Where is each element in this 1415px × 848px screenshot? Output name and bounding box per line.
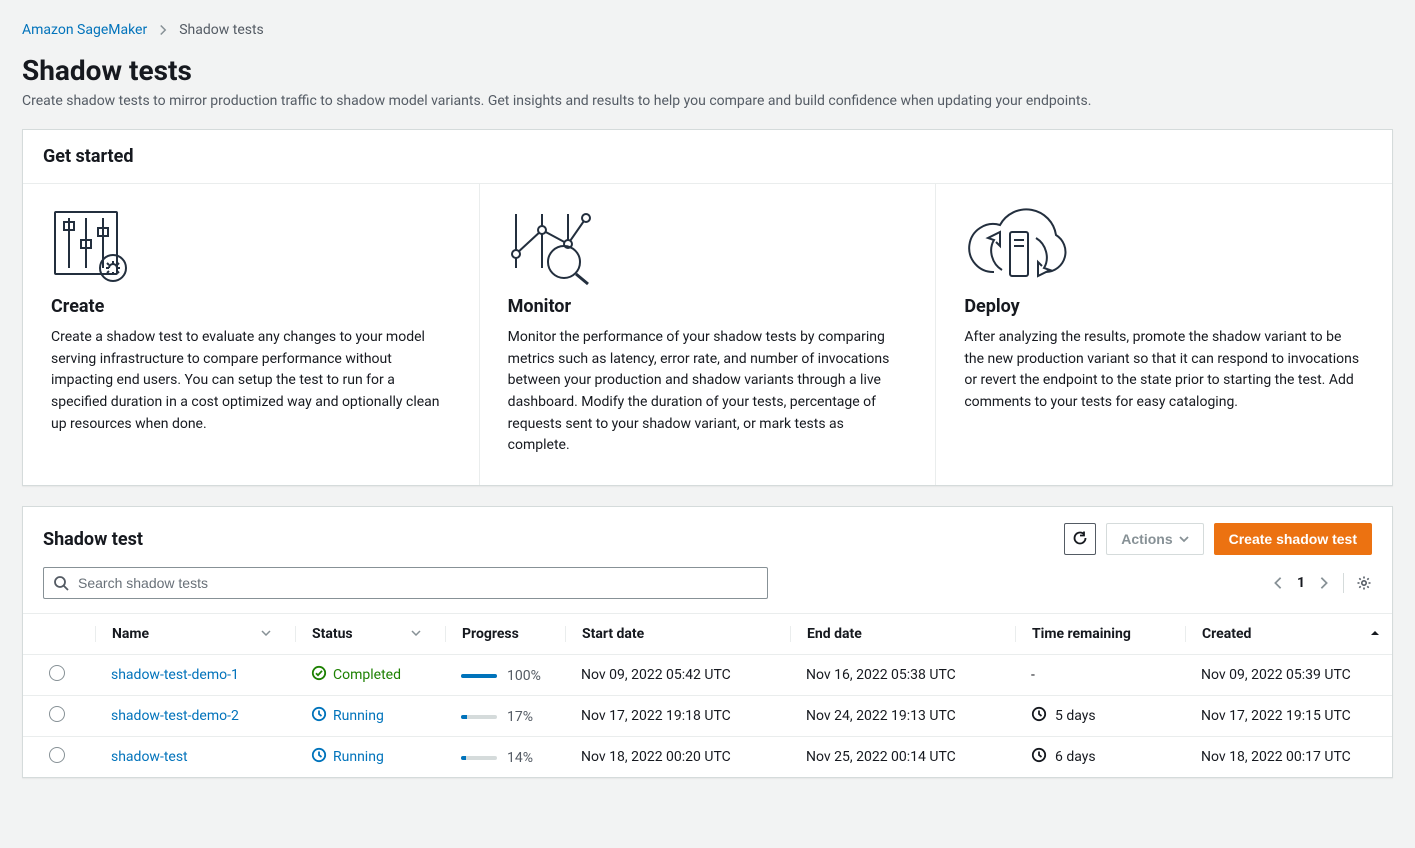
settings-button[interactable] — [1356, 575, 1372, 591]
refresh-button[interactable] — [1064, 523, 1096, 555]
row-select-radio[interactable] — [49, 747, 65, 763]
progress-pct: 100% — [507, 668, 541, 684]
sort-icon — [411, 626, 421, 642]
col-select — [23, 614, 83, 655]
next-page-button[interactable] — [1317, 576, 1331, 590]
status-badge: Completed — [311, 665, 401, 685]
page-title: Shadow tests — [22, 54, 1393, 87]
created-date: Nov 18, 2022 00:17 UTC — [1173, 737, 1392, 778]
get-started-cards: Create Create a shadow test to evaluate … — [23, 184, 1392, 485]
card-create: Create Create a shadow test to evaluate … — [23, 184, 479, 485]
col-name[interactable]: Name — [83, 614, 283, 655]
sliders-icon — [51, 208, 451, 288]
progress-indicator: 14% — [461, 750, 533, 766]
col-end[interactable]: End date — [778, 614, 1003, 655]
breadcrumb: Amazon SageMaker Shadow tests — [22, 8, 1393, 46]
shadow-test-panel: Shadow test Actions Create shadow test — [22, 506, 1393, 778]
create-label: Create shadow test — [1229, 531, 1357, 547]
created-date: Nov 17, 2022 19:15 UTC — [1173, 696, 1392, 737]
table-row: shadow-test-demo-2 Running 17% Nov 17, 2022… — [23, 696, 1392, 737]
breadcrumb-root-link[interactable]: Amazon SageMaker — [22, 22, 147, 38]
shadow-test-header: Shadow test Actions Create shadow test — [23, 507, 1392, 567]
caret-down-icon — [1179, 531, 1189, 547]
breadcrumb-current: Shadow tests — [179, 22, 264, 38]
divider — [1343, 573, 1344, 593]
start-date: Nov 18, 2022 00:20 UTC — [553, 737, 778, 778]
progress-pct: 14% — [507, 750, 533, 766]
status-badge: Running — [311, 706, 384, 726]
search-input[interactable] — [43, 567, 768, 599]
created-date: Nov 09, 2022 05:39 UTC — [1173, 655, 1392, 696]
sort-asc-icon — [1370, 626, 1380, 642]
card-deploy-body: After analyzing the results, promote the… — [964, 327, 1364, 414]
card-monitor: Monitor Monitor the performance of your … — [479, 184, 936, 485]
search-icon — [53, 575, 69, 595]
progress-indicator: 100% — [461, 668, 541, 684]
status-label: Running — [333, 708, 384, 724]
col-created[interactable]: Created — [1173, 614, 1392, 655]
card-monitor-title: Monitor — [508, 296, 908, 317]
chart-magnifier-icon — [508, 208, 908, 288]
progress-indicator: 17% — [461, 709, 533, 725]
page-number: 1 — [1297, 575, 1305, 591]
col-status[interactable]: Status — [283, 614, 433, 655]
col-remaining[interactable]: Time remaining — [1003, 614, 1173, 655]
chevron-right-icon — [157, 24, 169, 36]
shadow-tests-table: Name Status Progress Start date End date… — [23, 613, 1392, 777]
check-circle-icon — [311, 665, 327, 685]
start-date: Nov 09, 2022 05:42 UTC — [553, 655, 778, 696]
actions-label: Actions — [1121, 531, 1172, 547]
end-date: Nov 25, 2022 00:14 UTC — [778, 737, 1003, 778]
shadow-test-link[interactable]: shadow-test — [111, 749, 188, 765]
sort-icon — [261, 626, 271, 642]
table-row: shadow-test-demo-1 Completed 100% Nov 09, 2… — [23, 655, 1392, 696]
card-monitor-body: Monitor the performance of your shadow t… — [508, 327, 908, 457]
search-row: 1 — [23, 567, 1392, 613]
create-shadow-test-button[interactable]: Create shadow test — [1214, 523, 1372, 555]
pagination: 1 — [1271, 573, 1372, 593]
cloud-deploy-icon — [964, 208, 1364, 288]
time-remaining-value: 6 days — [1055, 749, 1096, 765]
get-started-panel: Get started C — [22, 129, 1393, 486]
panel-controls: Actions Create shadow test — [1064, 523, 1372, 555]
row-select-radio[interactable] — [49, 665, 65, 681]
get-started-header: Get started — [23, 130, 1392, 184]
refresh-icon — [1072, 530, 1088, 549]
end-date: Nov 16, 2022 05:38 UTC — [778, 655, 1003, 696]
clock-icon — [1031, 706, 1047, 726]
actions-button[interactable]: Actions — [1106, 523, 1203, 555]
card-deploy-title: Deploy — [964, 296, 1364, 317]
progress-pct: 17% — [507, 709, 533, 725]
card-deploy: Deploy After analyzing the results, prom… — [935, 184, 1392, 485]
row-select-radio[interactable] — [49, 706, 65, 722]
clock-icon — [311, 747, 327, 767]
shadow-test-link[interactable]: shadow-test-demo-2 — [111, 708, 239, 724]
end-date: Nov 24, 2022 19:13 UTC — [778, 696, 1003, 737]
shadow-test-link[interactable]: shadow-test-demo-1 — [111, 667, 239, 683]
status-badge: Running — [311, 747, 384, 767]
search-wrap — [43, 567, 768, 599]
card-create-title: Create — [51, 296, 451, 317]
status-label: Running — [333, 749, 384, 765]
clock-icon — [311, 706, 327, 726]
col-start[interactable]: Start date — [553, 614, 778, 655]
table-row: shadow-test Running 14% Nov 18, 2022 00:20 … — [23, 737, 1392, 778]
time-remaining-cell: 6 days — [1003, 737, 1173, 778]
page-subtitle: Create shadow tests to mirror production… — [22, 93, 1393, 109]
status-label: Completed — [333, 667, 401, 683]
time-remaining-cell: - — [1003, 655, 1173, 696]
clock-icon — [1031, 747, 1047, 767]
prev-page-button[interactable] — [1271, 576, 1285, 590]
time-remaining-cell: 5 days — [1003, 696, 1173, 737]
shadow-test-heading: Shadow test — [43, 529, 143, 550]
col-progress[interactable]: Progress — [433, 614, 553, 655]
card-create-body: Create a shadow test to evaluate any cha… — [51, 327, 451, 435]
start-date: Nov 17, 2022 19:18 UTC — [553, 696, 778, 737]
time-remaining-value: 5 days — [1055, 708, 1096, 724]
get-started-heading: Get started — [43, 146, 134, 167]
